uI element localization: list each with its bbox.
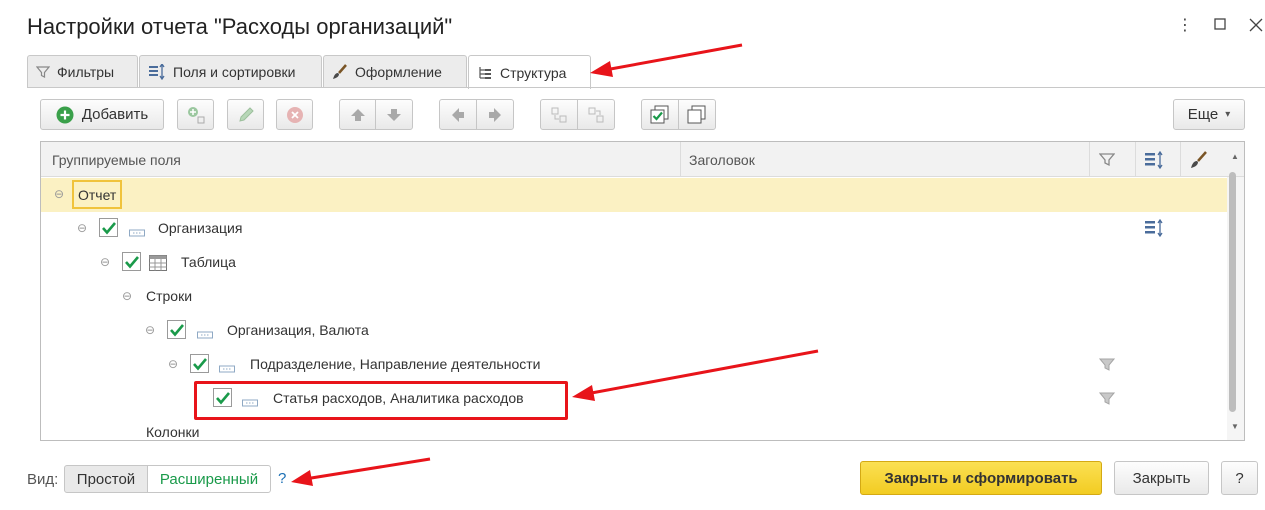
view-extended-button[interactable]: Расширенный [147,465,271,493]
help-button[interactable]: ? [1221,461,1258,495]
help-link[interactable]: ? [278,470,286,487]
close-and-generate-button[interactable]: Закрыть и сформировать [860,461,1102,495]
view-label: Вид: [27,471,59,488]
annotation-arrows [291,43,819,486]
view-simple-button[interactable]: Простой [64,465,148,493]
close-button[interactable]: Закрыть [1114,461,1209,495]
